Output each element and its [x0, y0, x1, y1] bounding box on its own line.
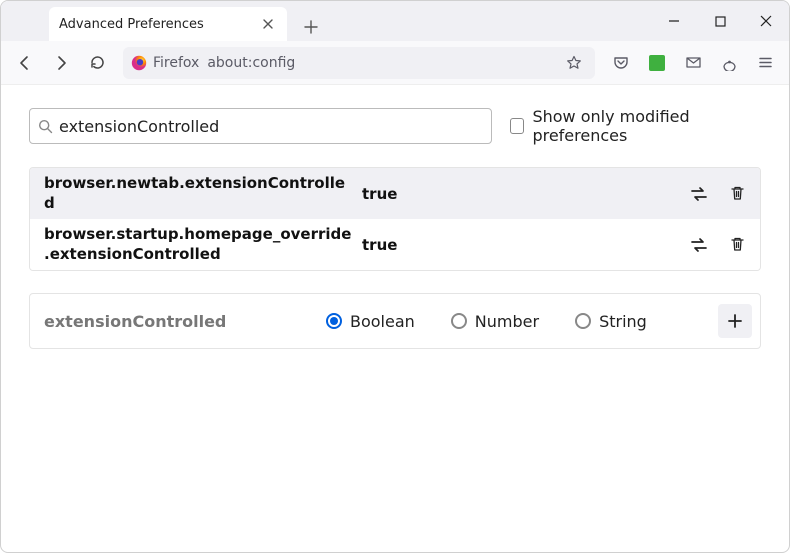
tab-title: Advanced Preferences	[59, 17, 259, 32]
search-input[interactable]	[59, 117, 483, 136]
browser-tab[interactable]: Advanced Preferences	[49, 7, 287, 41]
toggle-button[interactable]	[684, 179, 714, 209]
radio-icon	[575, 313, 591, 329]
reload-button[interactable]	[81, 47, 113, 79]
show-modified-label: Show only modified preferences	[532, 107, 761, 145]
new-pref-row: extensionControlled Boolean Number Strin…	[29, 293, 761, 349]
app-menu-button[interactable]	[749, 47, 781, 79]
identity-box[interactable]: Firefox	[131, 55, 199, 71]
radio-string[interactable]: String	[575, 312, 647, 331]
pref-row: browser.newtab.extensionControlled true	[30, 168, 760, 219]
forward-button[interactable]	[45, 47, 77, 79]
type-radio-group: Boolean Number String	[326, 312, 710, 331]
pref-row: browser.startup.homepage_override.extens…	[30, 219, 760, 270]
window-maximize-button[interactable]	[697, 1, 743, 41]
titlebar: Advanced Preferences	[1, 1, 789, 41]
show-modified-checkbox[interactable]: Show only modified preferences	[510, 107, 761, 145]
search-icon	[38, 119, 53, 134]
extension-icon[interactable]	[641, 47, 673, 79]
pocket-icon[interactable]	[605, 47, 637, 79]
firefox-logo-icon	[131, 55, 147, 71]
account-icon[interactable]	[713, 47, 745, 79]
window-minimize-button[interactable]	[651, 1, 697, 41]
pref-value: true	[362, 185, 676, 203]
new-pref-name: extensionControlled	[44, 312, 318, 331]
radio-number[interactable]: Number	[451, 312, 539, 331]
radio-label: Number	[475, 312, 539, 331]
radio-label: Boolean	[350, 312, 415, 331]
url-text: about:config	[207, 55, 295, 71]
back-button[interactable]	[9, 47, 41, 79]
nav-toolbar: Firefox about:config	[1, 41, 789, 85]
checkbox-icon[interactable]	[510, 118, 524, 134]
radio-boolean[interactable]: Boolean	[326, 312, 415, 331]
search-box[interactable]	[29, 108, 492, 144]
delete-button[interactable]	[722, 179, 752, 209]
toggle-button[interactable]	[684, 230, 714, 260]
pref-name: browser.newtab.extensionControlled	[44, 174, 354, 213]
bookmark-star-icon[interactable]	[561, 50, 587, 76]
identity-label: Firefox	[153, 55, 199, 71]
radio-icon	[451, 313, 467, 329]
about-config-content: Show only modified preferences browser.n…	[1, 85, 789, 552]
close-tab-button[interactable]	[259, 15, 277, 33]
pref-name: browser.startup.homepage_override.extens…	[44, 225, 354, 264]
radio-label: String	[599, 312, 647, 331]
window-close-button[interactable]	[743, 1, 789, 41]
radio-icon	[326, 313, 342, 329]
inbox-icon[interactable]	[677, 47, 709, 79]
pref-value: true	[362, 236, 676, 254]
new-tab-button[interactable]	[297, 13, 325, 41]
delete-button[interactable]	[722, 230, 752, 260]
preferences-list: browser.newtab.extensionControlled true …	[29, 167, 761, 271]
add-pref-button[interactable]	[718, 304, 752, 338]
url-bar[interactable]: Firefox about:config	[123, 47, 595, 79]
